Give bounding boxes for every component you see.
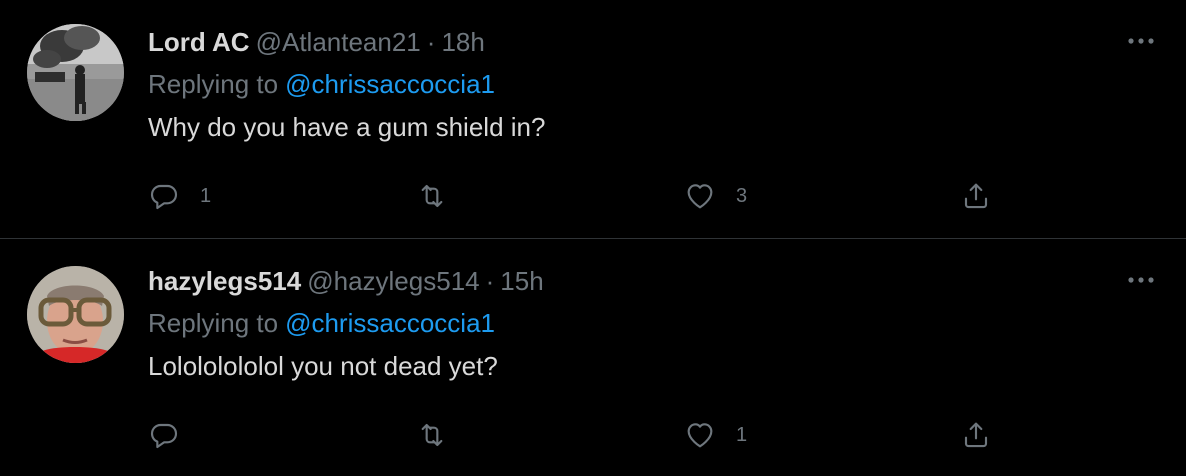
share-button[interactable] [960,176,992,216]
retweet-button[interactable] [416,176,468,216]
replying-to-label: Replying to [148,69,279,99]
tweet-header: Lord AC @Atlantean21 · 18h [148,26,1186,58]
reply-count: 1 [200,184,212,207]
avatar[interactable] [27,266,124,363]
share-button[interactable] [960,415,992,455]
like-count: 1 [736,423,748,446]
heart-icon [687,423,713,448]
replying-to: Replying to @chrissaccoccia1 [148,307,1186,339]
tweet-actions: 1 [148,415,1048,455]
like-count: 3 [736,184,748,207]
tweet[interactable]: hazylegs514 @hazylegs514 · 15h Replying to @… [0,239,1186,476]
replying-to: Replying to @chrissaccoccia1 [148,68,1186,100]
tweet[interactable]: Lord AC @Atlantean21 · 18h Replying to @chri… [0,0,1186,239]
separator: · [426,27,436,57]
share-icon [964,183,988,209]
tweet-actions: 1 3 [148,176,1048,216]
retweet-button[interactable] [416,415,468,455]
timestamp[interactable]: 18h [441,27,484,57]
avatar[interactable] [27,24,124,121]
timestamp[interactable]: 15h [500,266,543,296]
share-icon [964,422,988,448]
separator: · [485,266,495,296]
replying-to-link[interactable]: @chrissaccoccia1 [285,69,495,99]
like-button[interactable]: 3 [684,176,747,216]
reply-icon [150,184,178,210]
display-name[interactable]: hazylegs514 [148,266,301,296]
like-button[interactable]: 1 [684,415,747,455]
reply-button[interactable] [148,415,200,455]
heart-icon [687,184,713,209]
avatar-photo-icon [27,266,124,363]
more-options-icon[interactable] [1126,34,1156,48]
reply-button[interactable]: 1 [148,176,211,216]
avatar-photo-icon [27,24,124,121]
replying-to-link[interactable]: @chrissaccoccia1 [285,308,495,338]
user-handle[interactable]: @hazylegs514 [307,266,479,296]
tweet-header: hazylegs514 @hazylegs514 · 15h [148,265,1186,297]
replying-to-label: Replying to [148,308,279,338]
retweet-icon [421,423,443,447]
more-options-icon[interactable] [1126,273,1156,287]
user-handle[interactable]: @Atlantean21 [256,27,421,57]
reply-icon [150,423,178,449]
display-name[interactable]: Lord AC [148,27,250,57]
retweet-icon [421,184,443,208]
tweet-text: Why do you have a gum shield in? [148,112,546,142]
tweet-text: Lolololololol you not dead yet? [148,351,498,381]
